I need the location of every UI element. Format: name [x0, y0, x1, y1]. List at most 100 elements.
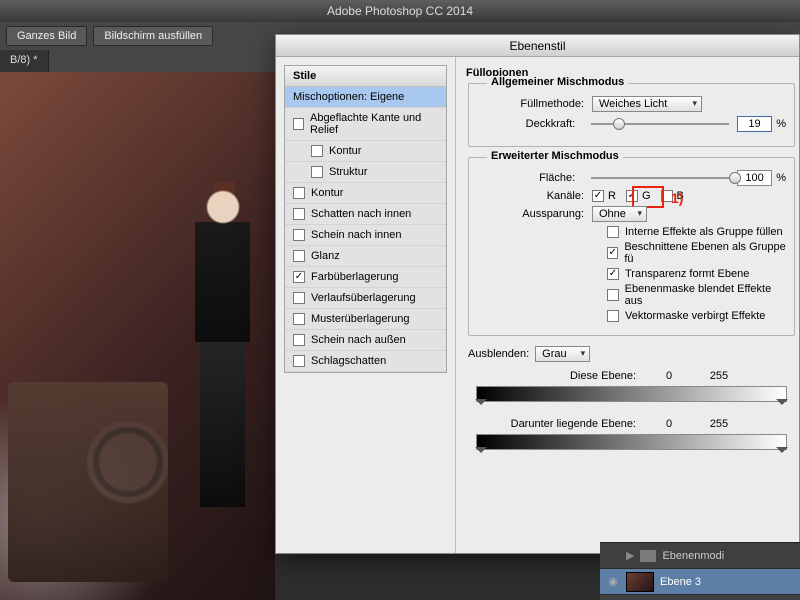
style-label: Kontur [311, 187, 343, 199]
opacity-slider[interactable] [591, 117, 729, 131]
style-row[interactable]: Musterüberlagerung [285, 309, 446, 330]
blend-if-label: Ausblenden: [468, 348, 529, 360]
style-row[interactable]: Schein nach außen [285, 330, 446, 351]
style-label: Schatten nach innen [311, 208, 411, 220]
advanced-option-checkbox[interactable] [607, 310, 619, 322]
canvas-machinery [8, 382, 168, 582]
slider-handle-icon[interactable] [776, 399, 788, 411]
fill-slider[interactable] [591, 171, 729, 185]
general-blend-group: Allgemeiner Mischmodus Füllmethode: Weic… [468, 83, 795, 147]
style-checkbox[interactable] [293, 313, 305, 325]
visibility-icon[interactable]: ◉ [606, 575, 620, 588]
advanced-option-label: Beschnittene Ebenen als Gruppe fü [624, 241, 786, 265]
style-row[interactable]: Mischoptionen: Eigene [285, 87, 446, 108]
advanced-option-label: Interne Effekte als Gruppe füllen [625, 226, 783, 238]
opacity-input[interactable]: 19 [737, 116, 772, 132]
style-row[interactable]: Kontur [285, 141, 446, 162]
advanced-option-label: Ebenenmaske blendet Effekte aus [625, 283, 786, 307]
style-row[interactable]: Abgeflachte Kante und Relief [285, 108, 446, 141]
slider-handle-icon[interactable] [776, 447, 788, 459]
underlying-layer-label: Darunter liegende Ebene: [464, 418, 644, 430]
layer-group-row[interactable]: ▶ Ebenenmodi [600, 543, 800, 569]
style-row[interactable]: Schatten nach innen [285, 204, 446, 225]
style-checkbox[interactable] [311, 166, 323, 178]
style-label: Schein nach außen [311, 334, 406, 346]
general-blend-title: Allgemeiner Mischmodus [487, 76, 628, 88]
style-label: Schein nach innen [311, 229, 402, 241]
layer-row[interactable]: ◉ Ebene 3 [600, 569, 800, 595]
styles-column: Stile Mischoptionen: Eigene Abgeflachte K… [276, 57, 456, 553]
dialog-title: Ebenenstil [276, 35, 799, 57]
advanced-option-label: Transparenz formt Ebene [625, 268, 749, 280]
style-label: Schlagschatten [311, 355, 386, 367]
style-label: Musterüberlagerung [311, 313, 409, 325]
style-checkbox[interactable]: ✓ [293, 271, 305, 283]
style-checkbox[interactable] [293, 229, 305, 241]
advanced-option-checkbox[interactable] [607, 289, 619, 301]
style-checkbox[interactable] [293, 355, 305, 367]
advanced-option-checkbox[interactable]: ✓ [607, 268, 619, 280]
style-checkbox[interactable] [293, 187, 305, 199]
style-checkbox[interactable] [293, 334, 305, 346]
style-label: Mischoptionen: Eigene [293, 91, 404, 103]
advanced-option-row: Interne Effekte als Gruppe füllen [607, 226, 786, 238]
workspace: Ebenenstil Stile Mischoptionen: EigeneAb… [0, 72, 800, 600]
document-canvas[interactable] [0, 72, 275, 600]
this-layer-min: 0 [644, 370, 694, 382]
app-titlebar: Adobe Photoshop CC 2014 [0, 0, 800, 22]
document-tab[interactable]: B/8) * [0, 50, 49, 72]
fill-input[interactable]: 100 [737, 170, 772, 186]
blend-mode-label: Füllmethode: [477, 98, 592, 110]
knockout-select[interactable]: Ohne [592, 206, 647, 222]
style-row[interactable]: Kontur [285, 183, 446, 204]
fill-label: Fläche: [477, 172, 583, 184]
disclosure-arrow-icon[interactable]: ▶ [626, 549, 634, 562]
underlying-layer-max: 255 [694, 418, 744, 430]
advanced-option-row: Ebenenmaske blendet Effekte aus [607, 283, 786, 307]
style-row[interactable]: ✓ Farbüberlagerung [285, 267, 446, 288]
slider-handle-icon[interactable] [475, 447, 487, 459]
style-row[interactable]: Schlagschatten [285, 351, 446, 372]
this-layer-gradient[interactable] [476, 386, 787, 402]
style-row[interactable]: Glanz [285, 246, 446, 267]
underlying-layer-gradient[interactable] [476, 434, 787, 450]
style-checkbox[interactable] [311, 145, 323, 157]
style-label: Kontur [329, 145, 361, 157]
advanced-option-label: Vektormaske verbirgt Effekte [625, 310, 765, 322]
advanced-blend-group: Erweiterter Mischmodus Fläche: 100 % Kan… [468, 157, 795, 336]
slider-handle-icon[interactable] [475, 399, 487, 411]
percent-sign: % [776, 172, 786, 184]
style-label: Glanz [311, 250, 340, 262]
layer-style-dialog: Ebenenstil Stile Mischoptionen: Eigene Ab… [275, 34, 800, 554]
opacity-label: Deckkraft: [477, 118, 583, 130]
styles-header: Stile [285, 66, 446, 87]
style-row[interactable]: Struktur [285, 162, 446, 183]
fit-whole-image-button[interactable]: Ganzes Bild [6, 26, 87, 46]
layer-group-name: Ebenenmodi [662, 550, 724, 562]
style-label: Verlaufsüberlagerung [311, 292, 416, 304]
advanced-option-row: ✓ Beschnittene Ebenen als Gruppe fü [607, 241, 786, 265]
this-layer-label: Diese Ebene: [464, 370, 644, 382]
folder-icon [640, 550, 656, 562]
style-checkbox[interactable] [293, 292, 305, 304]
knockout-label: Aussparung: [477, 208, 592, 220]
style-row[interactable]: Schein nach innen [285, 225, 446, 246]
blend-if-select[interactable]: Grau [535, 346, 590, 362]
advanced-option-checkbox[interactable]: ✓ [607, 247, 618, 259]
style-row[interactable]: Verlaufsüberlagerung [285, 288, 446, 309]
blend-mode-select[interactable]: Weiches Licht [592, 96, 702, 112]
style-checkbox[interactable] [293, 208, 305, 220]
styles-list: Stile Mischoptionen: Eigene Abgeflachte K… [284, 65, 447, 373]
advanced-option-row: ✓ Transparenz formt Ebene [607, 268, 786, 280]
style-checkbox[interactable] [293, 250, 305, 262]
annotation-box [632, 186, 664, 208]
layer-thumbnail [626, 572, 654, 592]
style-checkbox[interactable] [293, 118, 304, 130]
channels-label: Kanäle: [477, 190, 592, 202]
style-label: Farbüberlagerung [311, 271, 398, 283]
this-layer-max: 255 [694, 370, 744, 382]
style-label: Struktur [329, 166, 368, 178]
advanced-option-checkbox[interactable] [607, 226, 619, 238]
channel-r-checkbox[interactable]: ✓ [592, 190, 604, 202]
fill-screen-button[interactable]: Bildschirm ausfüllen [93, 26, 213, 46]
